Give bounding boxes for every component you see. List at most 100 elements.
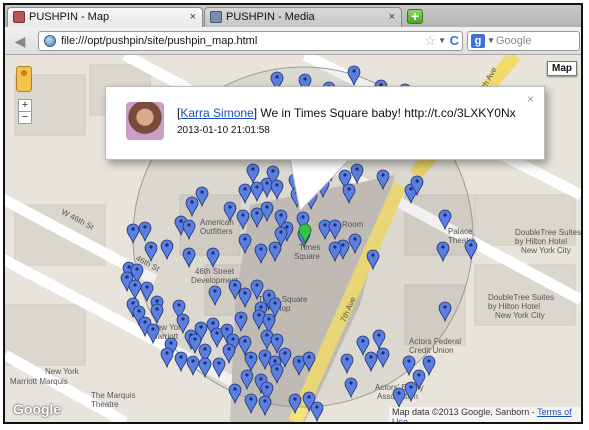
tab-pushpin-map[interactable]: PUSHPIN - Map ×: [7, 7, 203, 27]
pushpin-marker[interactable]: [302, 351, 316, 373]
pushpin-marker[interactable]: [366, 249, 380, 271]
pushpin-marker[interactable]: [250, 279, 264, 301]
pushpin-marker-dot: [203, 361, 207, 365]
map-credit: Map data ©2013 Google, Sanborn - Terms o…: [389, 407, 581, 422]
pushpin-marker[interactable]: [222, 343, 236, 365]
pushpin-marker-dot: [273, 245, 277, 249]
user-link[interactable]: Karra Simone: [180, 106, 253, 120]
pushpin-marker-dot: [133, 283, 137, 287]
pushpin-marker[interactable]: [347, 65, 361, 87]
pushpin-marker[interactable]: [228, 383, 242, 405]
pushpin-marker[interactable]: [128, 279, 142, 301]
pushpin-marker[interactable]: [356, 335, 370, 357]
reload-icon[interactable]: C: [450, 33, 459, 48]
pushpin-marker[interactable]: [268, 241, 282, 263]
pushpin-marker[interactable]: [310, 401, 324, 422]
pushpin-marker[interactable]: [144, 241, 158, 263]
pushpin-marker[interactable]: [372, 329, 386, 351]
pushpin-marker-dot: [187, 223, 191, 227]
pushpin-marker-dot: [131, 227, 135, 231]
pushpin-marker[interactable]: [238, 233, 252, 255]
pushpin-marker[interactable]: [146, 323, 160, 345]
pushpin-marker[interactable]: [404, 381, 418, 403]
pushpin-marker[interactable]: [246, 163, 260, 185]
history-dropdown-icon[interactable]: ▼: [438, 36, 446, 45]
pushpin-marker-dot: [143, 225, 147, 229]
pushpin-marker[interactable]: [438, 209, 452, 231]
pushpin-marker[interactable]: [436, 241, 450, 263]
pushpin-marker[interactable]: [160, 239, 174, 261]
pushpin-marker[interactable]: [402, 355, 416, 377]
pushpin-marker[interactable]: [340, 353, 354, 375]
pushpin-marker[interactable]: [422, 355, 436, 377]
google-search-engine-icon[interactable]: g: [471, 34, 485, 48]
pushpin-marker[interactable]: [208, 285, 222, 307]
pushpin-marker[interactable]: [364, 351, 378, 373]
pushpin-marker[interactable]: [138, 221, 152, 243]
pushpin-marker[interactable]: [150, 303, 164, 325]
pushpin-marker[interactable]: [328, 219, 342, 241]
pushpin-marker[interactable]: [376, 169, 390, 191]
pushpin-marker-dot: [273, 359, 277, 363]
pushpin-marker[interactable]: [464, 239, 478, 261]
pushpin-marker[interactable]: [236, 209, 250, 231]
map-canvas[interactable]: W 46th St 46th St 7th Ave 7th Ave Americ…: [5, 55, 581, 422]
search-input[interactable]: Google: [496, 35, 531, 47]
pushpin-marker[interactable]: [288, 393, 302, 415]
pushpin-marker[interactable]: [212, 357, 226, 379]
pushpin-marker[interactable]: [182, 219, 196, 241]
pushpin-marker[interactable]: [182, 247, 196, 269]
pushpin-marker[interactable]: [186, 355, 200, 377]
pushpin-marker[interactable]: [328, 241, 342, 263]
engine-dropdown-icon[interactable]: ▼: [487, 36, 495, 45]
pushpin-marker[interactable]: [392, 387, 406, 409]
close-popup-icon[interactable]: ×: [527, 92, 534, 106]
pushpin-marker[interactable]: [140, 281, 154, 303]
tab-pushpin-media[interactable]: PUSHPIN - Media ×: [204, 7, 402, 27]
pushpin-marker-dot: [293, 397, 297, 401]
pushpin-marker[interactable]: [240, 369, 254, 391]
pushpin-marker[interactable]: [176, 313, 190, 335]
pushpin-marker[interactable]: [238, 287, 252, 309]
pushpin-marker[interactable]: [260, 201, 274, 223]
pushpin-marker[interactable]: [348, 233, 362, 255]
map-data-text: Map data ©2013 Google, Sanborn -: [392, 407, 538, 417]
pushpin-marker[interactable]: [198, 357, 212, 379]
pushpin-marker[interactable]: [250, 181, 264, 203]
close-tab-icon[interactable]: ×: [190, 8, 196, 27]
pushpin-marker[interactable]: [126, 223, 140, 245]
search-box[interactable]: g ▼ Google: [467, 31, 580, 51]
pushpin-marker-dot: [333, 223, 337, 227]
pushpin-marker[interactable]: [376, 347, 390, 369]
pushpin-marker[interactable]: [160, 347, 174, 369]
close-tab-icon[interactable]: ×: [389, 8, 395, 27]
pushpin-marker-dot: [323, 223, 327, 227]
pushpin-marker-dot: [257, 313, 261, 317]
new-tab-button[interactable]: +: [407, 9, 423, 24]
pushpin-marker[interactable]: [438, 301, 452, 323]
user-avatar[interactable]: [126, 102, 164, 140]
pushpin-marker[interactable]: [344, 377, 358, 399]
pushpin-marker[interactable]: [174, 351, 188, 373]
pushpin-marker[interactable]: [244, 351, 258, 373]
pushpin-marker[interactable]: [185, 196, 199, 218]
bookmark-star-icon[interactable]: ☆: [424, 33, 436, 49]
pushpin-marker-dot: [245, 373, 249, 377]
pushpin-marker-dot: [267, 293, 271, 297]
back-button[interactable]: ◀: [10, 32, 30, 50]
pushpin-marker[interactable]: [234, 311, 248, 333]
url-text[interactable]: file:///opt/pushpin/site/pushpin_map.htm…: [61, 35, 257, 47]
pushpin-marker[interactable]: [250, 207, 264, 229]
pushpin-marker[interactable]: [318, 219, 332, 241]
url-bar[interactable]: file:///opt/pushpin/site/pushpin_map.htm…: [38, 31, 463, 51]
pushpin-marker-dot: [165, 351, 169, 355]
pushpin-marker[interactable]: [238, 183, 252, 205]
pushpin-marker-dot: [265, 181, 269, 185]
pushpin-marker[interactable]: [254, 243, 268, 265]
pushpin-marker[interactable]: [244, 393, 258, 415]
pushpin-marker[interactable]: [270, 363, 284, 385]
pushpin-marker[interactable]: [206, 247, 220, 269]
pushpin-marker[interactable]: [223, 201, 237, 223]
pushpin-marker-dot: [233, 283, 237, 287]
pushpin-marker[interactable]: [258, 395, 272, 417]
